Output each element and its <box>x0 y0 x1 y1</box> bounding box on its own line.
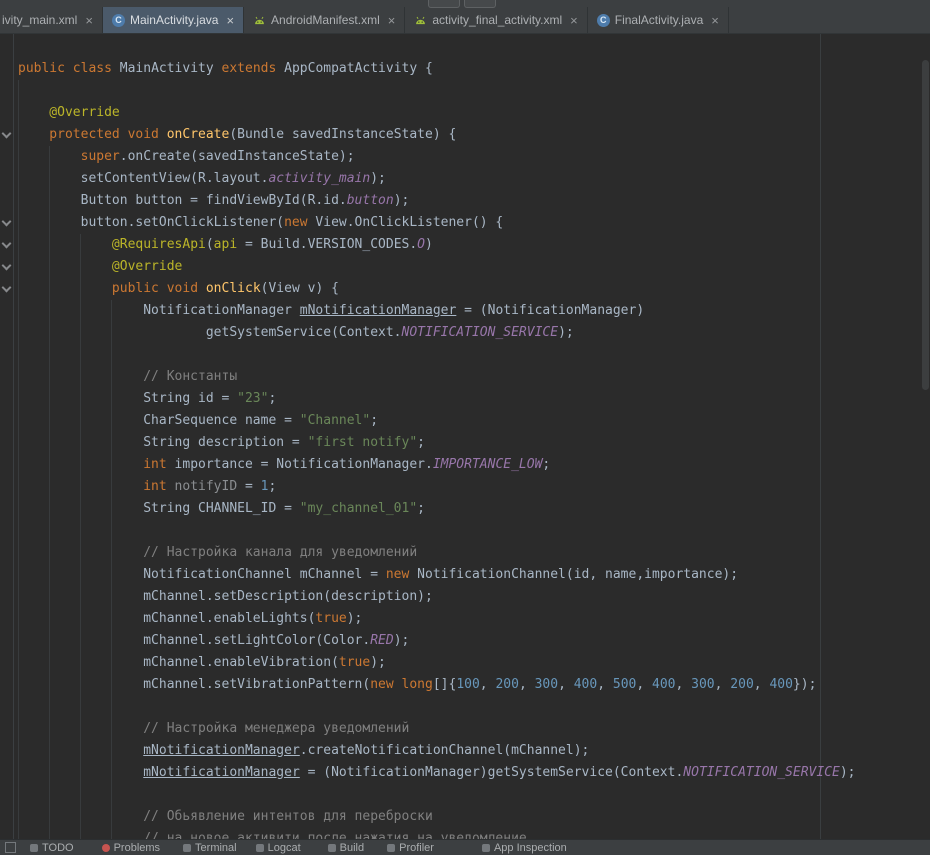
code-line: mChannel.setLightColor(Color.RED); <box>18 630 930 652</box>
editor-tab-mainactivity-java[interactable]: C MainActivity.java × <box>103 7 244 33</box>
code-line: @Override <box>18 256 930 278</box>
class-file-icon: C <box>597 14 610 27</box>
tab-close-icon[interactable]: × <box>711 14 719 27</box>
tab-close-icon[interactable]: × <box>226 14 234 27</box>
code-line: String id = "23"; <box>18 388 930 410</box>
editor-tab-activity-final-activity-xml[interactable]: activity_final_activity.xml × <box>405 7 587 33</box>
code-line: CharSequence name = "Channel"; <box>18 410 930 432</box>
code-line: mNotificationManager = (NotificationMana… <box>18 762 930 784</box>
terminal-icon <box>183 844 191 852</box>
code-line: getSystemService(Context.NOTIFICATION_SE… <box>18 322 930 344</box>
statusbar-item-terminal[interactable]: Terminal <box>183 842 237 854</box>
statusbar-item-app-inspection[interactable]: App Inspection <box>482 842 567 854</box>
tab-label: AndroidManifest.xml <box>271 13 380 27</box>
tab-label: FinalActivity.java <box>615 13 703 27</box>
editor-scrollbar[interactable] <box>921 34 930 839</box>
statusbar-item-label: Profiler <box>399 842 434 854</box>
fold-marker-icon[interactable] <box>2 283 12 293</box>
editor-tab-androidmanifest-xml[interactable]: AndroidManifest.xml × <box>244 7 405 33</box>
code-line: public void onClick(View v) { <box>18 278 930 300</box>
code-line: Button button = findViewById(R.id.button… <box>18 190 930 212</box>
code-line <box>18 696 930 718</box>
header-bar: ivity_main.xml×CMainActivity.java×Androi… <box>0 0 930 34</box>
code-line: @RequiresApi(api = Build.VERSION_CODES.O… <box>18 234 930 256</box>
statusbar-item-problems[interactable]: Problems <box>102 842 160 854</box>
tab-label: activity_final_activity.xml <box>432 13 562 27</box>
code-line: mChannel.setVibrationPattern(new long[]{… <box>18 674 930 696</box>
scrollbar-thumb[interactable] <box>922 60 929 390</box>
statusbar-item-label: TODO <box>42 842 74 854</box>
code-line: // Настройка менеджера уведомлений <box>18 718 930 740</box>
code-line: NotificationManager mNotificationManager… <box>18 300 930 322</box>
android-file-icon <box>414 14 427 26</box>
inspection-icon <box>482 844 490 852</box>
code-line: @Override <box>18 102 930 124</box>
code-line: super.onCreate(savedInstanceState); <box>18 146 930 168</box>
code-line <box>18 784 930 806</box>
tab-close-icon[interactable]: × <box>388 14 396 27</box>
editor-tab-ivity-main-xml[interactable]: ivity_main.xml × <box>0 7 103 33</box>
build-icon <box>328 844 336 852</box>
code-line: mNotificationManager.createNotificationC… <box>18 740 930 762</box>
statusbar-item-build[interactable]: Build <box>328 842 364 854</box>
class-file-icon: C <box>112 14 125 27</box>
statusbar-item-label: Build <box>340 842 364 854</box>
code-line: setContentView(R.layout.activity_main); <box>18 168 930 190</box>
code-line <box>18 520 930 542</box>
logcat-icon <box>256 844 264 852</box>
editor-gutter <box>0 34 14 839</box>
code-line: button.setOnClickListener(new View.OnCli… <box>18 212 930 234</box>
tab-label: MainActivity.java <box>130 13 218 27</box>
editor-pane[interactable]: public class MainActivity extends AppCom… <box>0 34 930 839</box>
profiler-icon <box>387 844 395 852</box>
tab-close-icon[interactable]: × <box>85 14 93 27</box>
statusbar-item-label: App Inspection <box>494 842 567 854</box>
fold-marker-icon[interactable] <box>2 239 12 249</box>
code-line: mChannel.enableVibration(true); <box>18 652 930 674</box>
code-editor[interactable]: public class MainActivity extends AppCom… <box>14 34 930 839</box>
ide-window: ivity_main.xml×CMainActivity.java×Androi… <box>0 0 930 855</box>
code-line: int notifyID = 1; <box>18 476 930 498</box>
todo-icon <box>30 844 38 852</box>
fold-marker-icon[interactable] <box>2 217 12 227</box>
android-file-icon <box>253 14 266 26</box>
code-line: int importance = NotificationManager.IMP… <box>18 454 930 476</box>
fold-marker-icon[interactable] <box>2 261 12 271</box>
code-line: // Константы <box>18 366 930 388</box>
code-line: String description = "first notify"; <box>18 432 930 454</box>
statusbar-item-label: Terminal <box>195 842 237 854</box>
tool-window-bar: TODO Problems Terminal Logcat Build Profiler A… <box>0 839 930 855</box>
statusbar-item-label: Problems <box>114 842 160 854</box>
statusbar-item-logcat[interactable]: Logcat <box>256 842 301 854</box>
tool-window-toggle-icon[interactable] <box>5 842 16 853</box>
fold-marker-icon[interactable] <box>2 129 12 139</box>
code-line: public class MainActivity extends AppCom… <box>18 58 930 80</box>
code-line: mChannel.enableLights(true); <box>18 608 930 630</box>
statusbar-item-label: Logcat <box>268 842 301 854</box>
code-line: NotificationChannel mChannel = new Notif… <box>18 564 930 586</box>
tab-close-icon[interactable]: × <box>570 14 578 27</box>
code-line <box>18 80 930 102</box>
editor-tab-finalactivity-java[interactable]: C FinalActivity.java × <box>588 7 729 33</box>
code-line: mChannel.setDescription(description); <box>18 586 930 608</box>
tab-label: ivity_main.xml <box>2 13 77 27</box>
statusbar-item-todo[interactable]: TODO <box>30 842 74 854</box>
code-line: // Обьявление интентов для переброски <box>18 806 930 828</box>
code-line: // Настройка канала для уведомлений <box>18 542 930 564</box>
statusbar-item-profiler[interactable]: Profiler <box>387 842 434 854</box>
problems-icon <box>102 844 110 852</box>
code-line: // на новое активити после нажатия на ув… <box>18 828 930 839</box>
editor-tab-bar: ivity_main.xml×CMainActivity.java×Androi… <box>0 7 930 34</box>
code-line: protected void onCreate(Bundle savedInst… <box>18 124 930 146</box>
code-line <box>18 344 930 366</box>
tool-window-tabs: TODO Problems Terminal Logcat Build Profiler A… <box>30 842 567 854</box>
code-line: String CHANNEL_ID = "my_channel_01"; <box>18 498 930 520</box>
